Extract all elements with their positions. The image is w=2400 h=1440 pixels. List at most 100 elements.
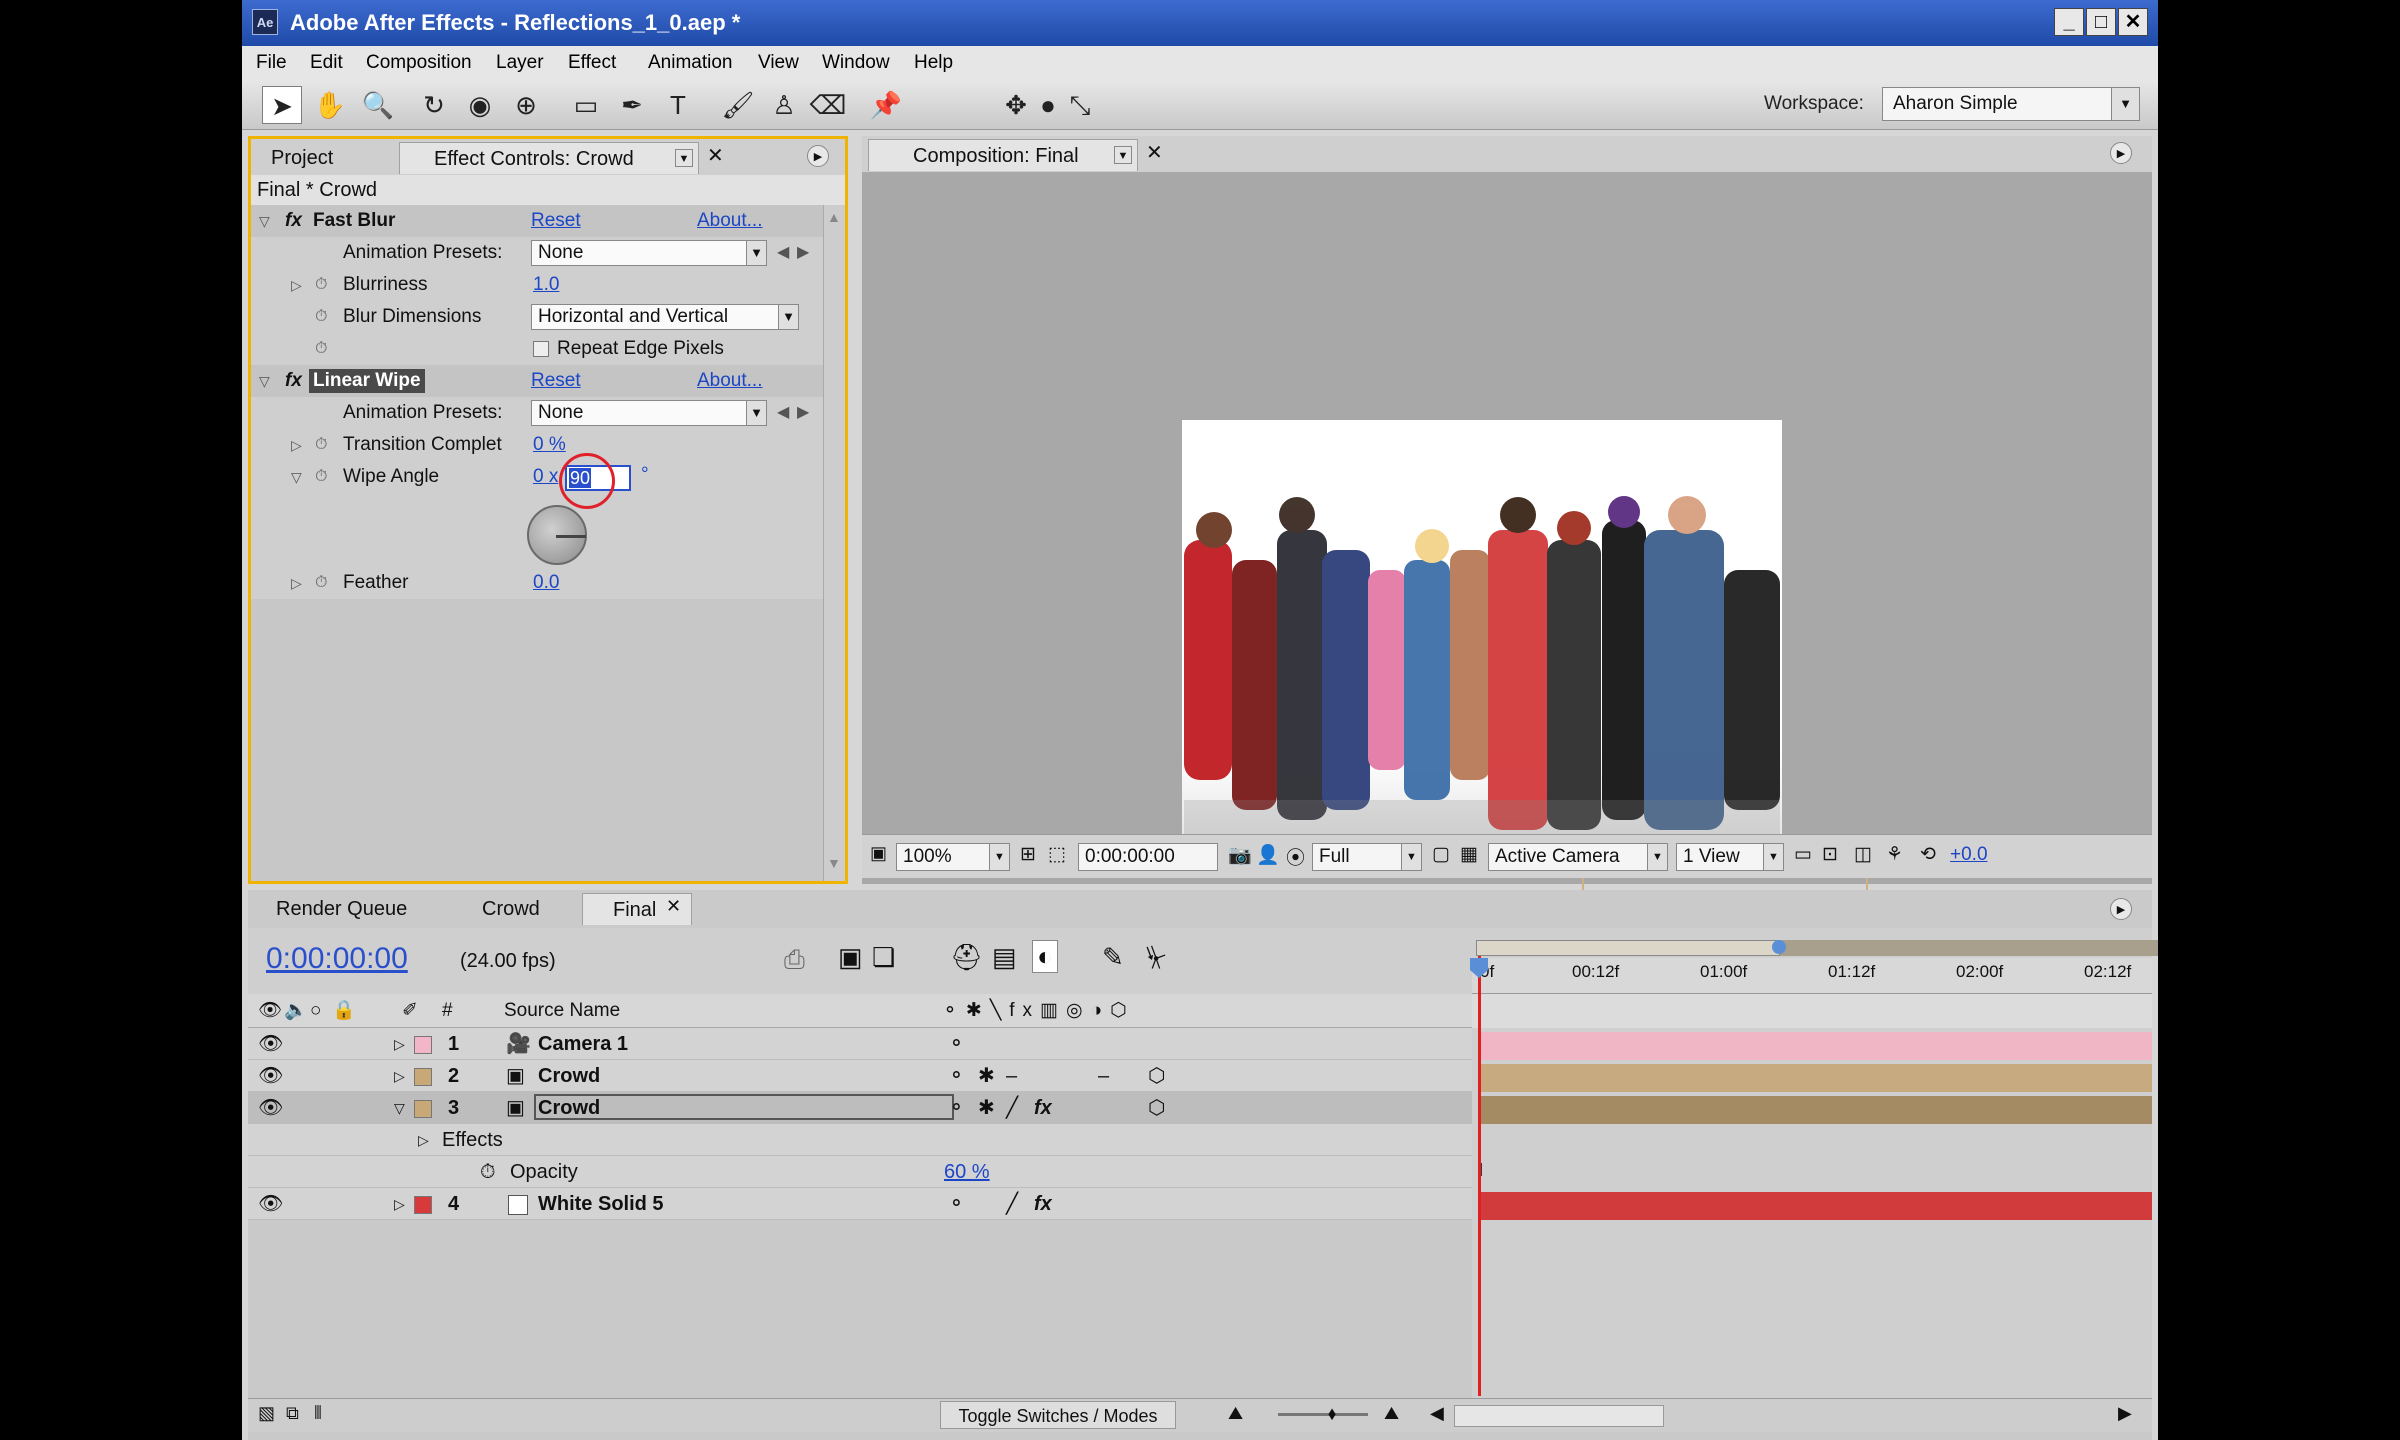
tab-menu-dropdown-icon[interactable]: ▼ — [675, 149, 693, 167]
transparency-grid-icon[interactable]: ▦ — [1460, 843, 1478, 866]
in-out-panes-icon[interactable]: ⦀ — [314, 1403, 322, 1424]
panel-menu-icon[interactable]: ▶ — [2110, 142, 2132, 164]
motion-blur-icon[interactable]: ◐ — [1032, 940, 1058, 973]
3d-layer-switch-icon[interactable]: ⬡ — [1148, 1092, 1165, 1124]
always-preview-icon[interactable]: ▣ — [870, 843, 887, 864]
layer-name[interactable]: White Solid 5 — [538, 1188, 664, 1220]
feather-value[interactable]: 0.0 — [533, 567, 559, 599]
layer-duration-bar[interactable] — [1480, 1064, 2152, 1092]
collapse-triangle-icon[interactable]: ▽ — [259, 365, 270, 397]
fx-icon[interactable]: fx — [285, 205, 302, 237]
time-graph[interactable]: 0f 00:12f 01:00f 01:12f 02:00f 02:12f I — [1470, 928, 2158, 1398]
fast-previews-icon[interactable]: ⊡ — [1822, 843, 1838, 866]
composition-viewer[interactable]: ▶ — [862, 172, 2152, 998]
solo-icon[interactable]: ○ — [310, 994, 321, 1028]
zoom-slider-track[interactable] — [1278, 1413, 1368, 1416]
maximize-button[interactable]: □ — [2086, 8, 2116, 36]
tab-composition[interactable]: Composition: Final — [868, 139, 1138, 171]
label-color-chip[interactable] — [414, 1068, 432, 1086]
resolution-select[interactable]: Full ▼ — [1312, 843, 1422, 871]
source-name-header[interactable]: Source Name — [504, 994, 620, 1028]
navigator-handle[interactable] — [1772, 940, 1786, 954]
panel-menu-icon[interactable]: ▶ — [807, 145, 829, 167]
track-xy-camera-tool-icon[interactable]: ⊕ — [506, 86, 546, 124]
eraser-tool-icon[interactable]: ⌫ — [808, 86, 848, 124]
expand-triangle-icon[interactable]: ▷ — [418, 1124, 429, 1156]
stopwatch-icon[interactable]: ⏱ — [315, 567, 327, 599]
timeline-icon[interactable]: ◫ — [1854, 843, 1872, 866]
menu-help[interactable]: Help — [914, 46, 953, 80]
brush-tool-icon[interactable]: 🖌 — [718, 86, 758, 124]
comp-flowchart-icon[interactable]: ▣ — [838, 942, 863, 973]
clone-stamp-tool-icon[interactable]: ♙ — [764, 86, 804, 124]
layer-switches-icon[interactable]: ▧ — [258, 1403, 275, 1424]
repeat-edge-checkbox[interactable] — [533, 341, 549, 357]
stopwatch-icon[interactable]: ⏱ — [480, 1156, 496, 1188]
3d-layer-switch-icon[interactable]: ⬡ — [1148, 1060, 1165, 1092]
shy-layers-icon[interactable]: ⛑ — [950, 942, 983, 973]
transfer-controls-icon[interactable]: ⧉ — [286, 1403, 299, 1424]
mask-visibility-icon[interactable]: ⬚ — [1048, 843, 1066, 866]
expand-triangle-icon[interactable]: ▷ — [394, 1028, 405, 1060]
layer-duration-bar[interactable] — [1480, 1032, 2152, 1060]
close-tab-icon[interactable]: ✕ — [666, 896, 681, 917]
flowchart-icon[interactable]: ⚘ — [1886, 843, 1903, 866]
workspace-select[interactable]: Aharon Simple ▼ — [1882, 87, 2140, 121]
pen-tool-icon[interactable]: ✒ — [612, 86, 652, 124]
stopwatch-icon[interactable]: ⏱ — [315, 333, 327, 365]
zoom-slider-thumb[interactable]: ⬧ — [1328, 1403, 1336, 1424]
collapse-triangle-icon[interactable]: ▽ — [394, 1092, 405, 1124]
animation-presets-select[interactable]: None ▼ — [531, 240, 767, 266]
eye-icon[interactable]: 👁 — [258, 1028, 283, 1060]
zoom-out-icon[interactable]: ⛰ — [1228, 1403, 1243, 1424]
expand-triangle-icon[interactable]: ▷ — [291, 567, 302, 599]
quality-switch-icon[interactable]: – — [1006, 1060, 1017, 1092]
tab-render-queue[interactable]: Render Queue — [262, 893, 421, 925]
menu-view[interactable]: View — [758, 46, 799, 80]
shy-switch-icon[interactable]: ⚬ — [948, 1060, 965, 1092]
menu-composition[interactable]: Composition — [366, 46, 472, 80]
layer-row[interactable]: 👁 ▷ 1 🎥 Camera 1 ⚬ — [248, 1028, 1472, 1060]
stopwatch-icon[interactable]: ⏱ — [315, 461, 327, 493]
menu-edit[interactable]: Edit — [310, 46, 343, 80]
layer-row[interactable]: 👁 ▷ 2 ▣ Crowd ⚬ ✱ – – ⬡ — [248, 1060, 1472, 1092]
scroll-up-icon[interactable]: ▲ — [827, 209, 841, 225]
menu-animation[interactable]: Animation — [648, 46, 733, 80]
about-link[interactable]: About... — [697, 205, 763, 237]
fx-switch-icon[interactable]: fx — [1034, 1092, 1052, 1124]
eye-icon[interactable]: 👁 — [258, 1060, 283, 1092]
stopwatch-icon[interactable]: ⏱ — [315, 301, 327, 333]
tab-crowd[interactable]: Crowd — [468, 893, 554, 925]
current-time-indicator[interactable] — [1478, 956, 1481, 1396]
live-update-icon[interactable]: ⎙ — [784, 944, 805, 976]
shy-switch-icon[interactable]: ⚬ — [948, 1188, 965, 1220]
type-tool-icon[interactable]: T — [658, 86, 698, 124]
magnification-select[interactable]: 100% ▼ — [896, 843, 1010, 871]
collapse-triangle-icon[interactable]: ▽ — [259, 205, 270, 237]
frame-blending-icon[interactable]: ▤ — [992, 942, 1017, 973]
graph-editor-icon[interactable]: ⏧ — [1146, 942, 1167, 974]
layer-name[interactable]: Crowd — [534, 1094, 954, 1120]
menu-file[interactable]: File — [256, 46, 287, 80]
label-color-chip[interactable] — [414, 1100, 432, 1118]
blur-dimensions-select[interactable]: Horizontal and Vertical ▼ — [531, 304, 799, 330]
region-of-interest-icon[interactable]: ▢ — [1432, 843, 1450, 866]
fx-icon[interactable]: fx — [285, 365, 302, 397]
lock-icon[interactable]: 🔒 — [332, 994, 356, 1028]
reset-link[interactable]: Reset — [531, 365, 581, 397]
rotation-tool-icon[interactable]: ↻ — [414, 86, 454, 124]
time-ruler[interactable]: 0f 00:12f 01:00f 01:12f 02:00f 02:12f — [1472, 958, 2152, 994]
rectangle-mask-tool-icon[interactable]: ▭ — [566, 86, 606, 124]
angle-dial[interactable] — [527, 505, 587, 565]
view-layout-select[interactable]: 1 View ▼ — [1676, 843, 1784, 871]
brainstorm-icon[interactable]: ✎ — [1102, 942, 1124, 973]
blurriness-value[interactable]: 1.0 — [533, 269, 559, 301]
shy-switch-icon[interactable]: ⚬ — [948, 1092, 965, 1124]
rgb-channel-icon[interactable]: ⦿ — [1286, 843, 1305, 870]
label-color-chip[interactable] — [414, 1196, 432, 1214]
minimize-button[interactable]: _ — [2054, 8, 2084, 36]
toggle-switches-modes-button[interactable]: Toggle Switches / Modes — [940, 1401, 1176, 1429]
fx-switch-icon[interactable]: fx — [1034, 1188, 1052, 1220]
zoom-tool-icon[interactable]: 🔍 — [358, 86, 398, 124]
pixel-aspect-icon[interactable]: ▭ — [1794, 843, 1812, 866]
